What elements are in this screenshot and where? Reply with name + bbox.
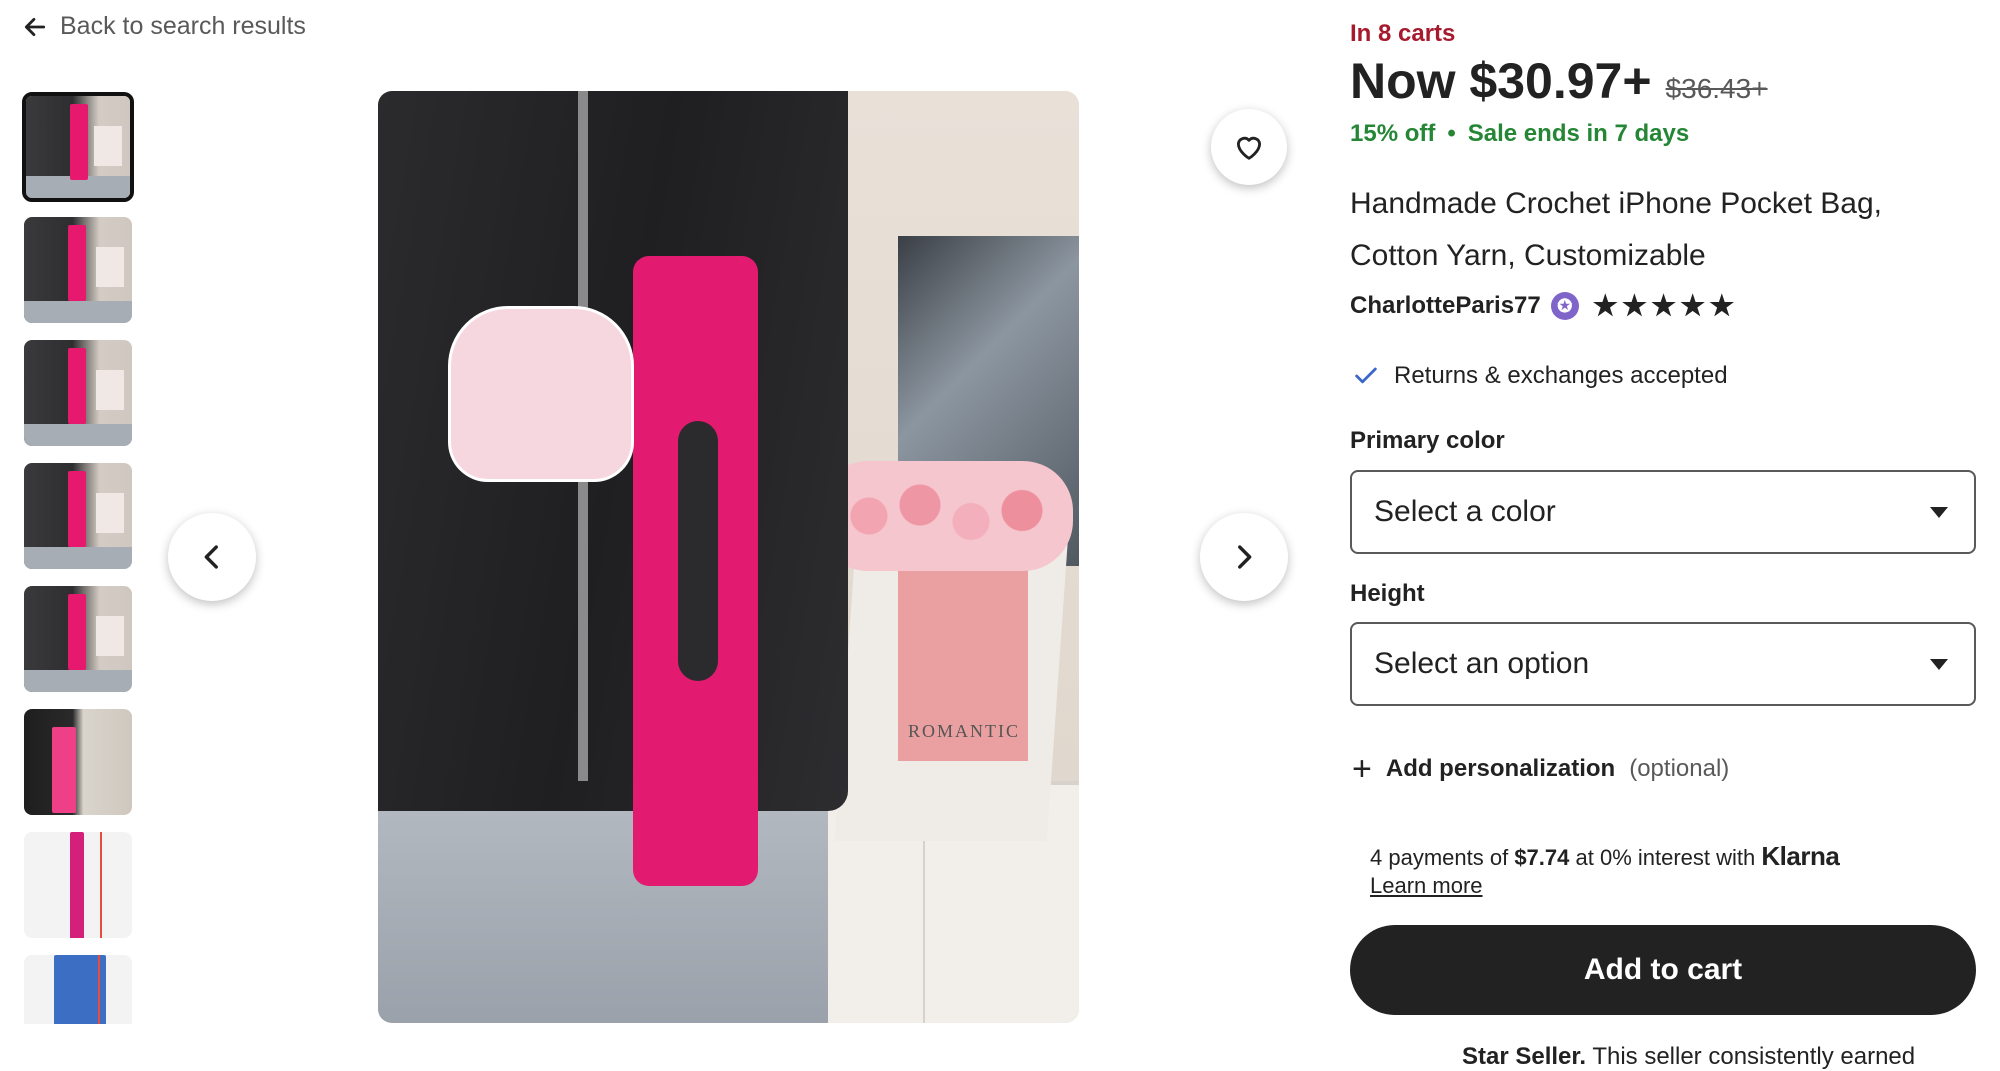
add-to-cart-button[interactable]: Add to cart (1350, 925, 1976, 1015)
star-seller-text: This seller consistently earned (1592, 1043, 1916, 1070)
arrow-left-icon (24, 17, 46, 36)
star-icon: ★ (1709, 290, 1735, 321)
favorite-button[interactable] (1211, 109, 1287, 185)
thumbnail-1[interactable] (22, 92, 134, 202)
returns-text: Returns & exchanges accepted (1394, 362, 1728, 389)
thumbnail-4[interactable] (22, 461, 134, 571)
thumbnail-5[interactable] (22, 584, 134, 694)
sale-separator: • (1447, 120, 1456, 147)
in-carts-notice: In 8 carts (1350, 20, 1456, 47)
star-icon: ★ (1592, 290, 1618, 321)
product-title: Handmade Crochet iPhone Pocket Bag, Cott… (1350, 187, 1882, 272)
seller-name-link[interactable]: CharlotteParis77 (1350, 292, 1541, 320)
original-price: $36.43+ (1665, 73, 1768, 104)
thumbnail-7[interactable] (22, 830, 134, 940)
star-seller-note: Star Seller. This seller consistently ea… (1462, 1043, 1915, 1071)
primary-color-value: Select a color (1374, 495, 1556, 528)
back-to-search-link[interactable]: Back to search results (22, 12, 306, 41)
next-image-button[interactable] (1200, 513, 1288, 601)
learn-more-link[interactable]: Learn more (1370, 873, 1483, 898)
height-value: Select an option (1374, 647, 1590, 680)
klarna-logo: Klarna (1761, 841, 1840, 871)
sale-info: 15% off • Sale ends in 7 days (1350, 120, 1689, 148)
heart-icon (1236, 136, 1262, 160)
personalization-label: Add personalization (1385, 755, 1616, 782)
installment-info: 4 payments of $7.74 at 0% interest with … (1370, 841, 1840, 900)
seller-row: CharlotteParis77 ✪ ★ ★ ★ ★ ★ (1350, 292, 1734, 320)
payment-middle: at 0% interest with (1575, 845, 1756, 870)
star-seller-badge-icon: ✪ (1550, 292, 1579, 320)
plus-icon: + (1352, 750, 1372, 788)
thumbnail-6[interactable] (22, 707, 134, 817)
primary-color-select[interactable]: Select a color (1350, 470, 1976, 554)
thumbnail-2[interactable] (22, 215, 134, 325)
dropdown-arrow-icon (1930, 658, 1948, 670)
current-price: Now $30.97+ (1350, 53, 1652, 109)
previous-image-button[interactable] (168, 513, 256, 601)
star-icon: ★ (1621, 290, 1647, 321)
returns-policy: Returns & exchanges accepted (1352, 362, 1728, 390)
bag-print-text: ROMANTIC (908, 721, 1021, 741)
height-select[interactable]: Select an option (1350, 622, 1976, 706)
height-label: Height (1350, 580, 1425, 607)
price-row: Now $30.97+ $36.43+ (1350, 52, 1768, 110)
thumbnail-list[interactable] (22, 92, 134, 1024)
payment-prefix: 4 payments of (1370, 845, 1509, 870)
thumbnail-8[interactable] (22, 953, 134, 1024)
rating-stars[interactable]: ★ ★ ★ ★ ★ (1593, 292, 1735, 320)
star-icon: ★ (1680, 290, 1706, 321)
personalization-optional: (optional) (1629, 755, 1730, 782)
star-icon: ★ (1650, 290, 1677, 321)
checkmark-icon (1355, 367, 1377, 384)
payment-amount: $7.74 (1514, 845, 1570, 870)
thumbnail-3[interactable] (22, 338, 134, 448)
discount-text: 15% off (1350, 120, 1436, 147)
chevron-right-icon (1238, 545, 1252, 569)
sale-ends-text: Sale ends in 7 days (1467, 120, 1690, 147)
primary-color-label: Primary color (1350, 427, 1505, 454)
back-link-label: Back to search results (60, 12, 306, 40)
chevron-left-icon (204, 545, 218, 569)
cartoon-sticker (448, 306, 634, 482)
add-personalization-button[interactable]: + Add personalization (optional) (1352, 752, 1729, 786)
dropdown-arrow-icon (1930, 506, 1948, 518)
main-product-image: ROMANTIC (378, 91, 1079, 1023)
star-seller-bold: Star Seller. (1462, 1043, 1587, 1070)
